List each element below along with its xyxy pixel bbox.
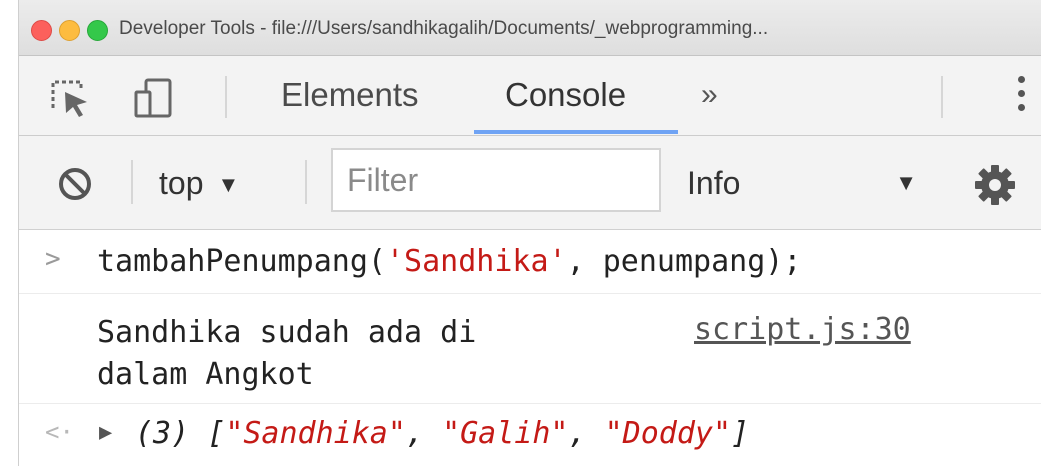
title-bar: Developer Tools - file:///Users/sandhika… [19,0,1041,56]
toolbar-divider [941,76,943,118]
array-close-bracket: ] [731,416,750,451]
tab-console[interactable]: Console [501,56,630,135]
console-result-message: <· ▶ (3) ["Sandhika", "Galih", "Doddy"] [19,404,1041,466]
clear-console-icon[interactable] [57,166,93,202]
array-separator: , [405,416,443,451]
console-input-message: > tambahPenumpang('Sandhika', penumpang)… [19,230,1041,294]
inspect-element-icon[interactable] [49,78,93,118]
array-separator: , [568,416,605,451]
context-label: top [159,165,204,201]
close-window-button[interactable] [31,20,52,41]
more-tabs-icon[interactable]: » [701,56,718,134]
console-log-message: Sandhika sudah ada di dalam Angkot scrip… [19,294,1041,404]
dropdown-caret-icon: ▼ [217,172,240,197]
panel-tab-bar: Elements Console » [19,56,1041,136]
input-prompt: > [45,244,61,274]
toolbar-divider [131,160,133,204]
input-code: tambahPenumpang('Sandhika', penumpang); [97,244,801,279]
minimize-window-button[interactable] [59,20,80,41]
expand-triangle-icon[interactable]: ▶ [99,420,112,445]
filter-input[interactable] [331,148,661,212]
toolbar-divider [225,76,227,118]
source-link[interactable]: script.js:30 [694,312,911,347]
devtools-window: Developer Tools - file:///Users/sandhika… [18,0,1041,466]
log-levels-dropdown[interactable]: Info ▼ [687,158,927,208]
array-item: "Galih" [442,416,569,451]
array-item: "Sandhika" [225,416,406,451]
log-text: Sandhika sudah ada di dalam Angkot [97,315,477,392]
result-prompt-icon: <· [45,418,74,446]
zoom-window-button[interactable] [87,20,108,41]
kebab-menu-icon[interactable] [1011,76,1031,118]
tab-elements[interactable]: Elements [277,56,423,135]
context-selector[interactable]: top ▼ [159,158,239,208]
active-tab-indicator [474,130,678,134]
array-open-bracket: [ [207,416,226,451]
code-string-arg: 'Sandhika' [385,244,567,279]
toolbar-divider [305,160,307,204]
result-array[interactable]: (3) ["Sandhika", "Galih", "Doddy"] [135,416,749,451]
array-count: (3) [135,416,190,451]
code-rest: , penumpang); [566,244,802,279]
console-toolbar: top ▼ Info ▼ [19,136,1041,230]
code-function: tambahPenumpang( [97,244,386,279]
array-item: "Doddy" [604,416,732,451]
settings-gear-icon[interactable] [974,164,1016,206]
log-levels-label: Info [687,165,741,201]
device-toolbar-icon[interactable] [132,78,176,118]
window-title: Developer Tools - file:///Users/sandhika… [119,18,769,39]
dropdown-caret-icon: ▼ [895,170,917,195]
